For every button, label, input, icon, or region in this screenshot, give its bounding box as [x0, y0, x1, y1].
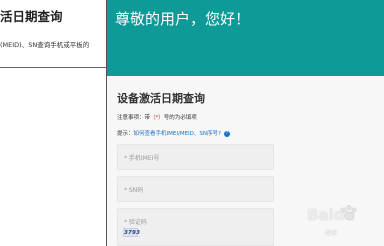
- left-panel: 活日期查询 (MEID)、SN查询手机或平板的: [0, 0, 106, 76]
- greeting-text: 尊敬的用户，您好！: [115, 10, 251, 28]
- imei-input[interactable]: [118, 146, 273, 171]
- left-page-title: 活日期查询: [0, 9, 63, 24]
- left-divider: [0, 67, 106, 68]
- note-prefix: 注意事项：带: [117, 115, 151, 121]
- required-star: （*）: [150, 115, 164, 121]
- captcha-image[interactable]: 3793: [123, 228, 140, 237]
- paw-icon: [341, 205, 357, 221]
- captcha-field: [117, 208, 274, 246]
- baidu-watermark: Baidu 经验: [303, 200, 381, 240]
- sn-field: [117, 176, 274, 203]
- sn-input[interactable]: [118, 178, 273, 203]
- captcha-input[interactable]: [118, 210, 273, 235]
- greeting-banner: 尊敬的用户，您好！: [107, 0, 384, 76]
- required-note: 注意事项：带（*）号的为必填项: [117, 113, 197, 121]
- tip-help-link[interactable]: 如何查看手机IMEI/MEID、SN序号?: [134, 131, 221, 137]
- note-suffix: 号的为必填项: [163, 115, 197, 121]
- watermark-sub-text: 经验: [325, 230, 338, 237]
- tip-label: 提示：: [117, 131, 134, 137]
- help-icon[interactable]: ?: [223, 130, 230, 137]
- left-description: (MEID)、SN查询手机或平板的: [0, 41, 90, 49]
- form-title: 设备激活日期查询: [117, 92, 205, 105]
- tip-line: 提示：如何查看手机IMEI/MEID、SN序号??: [117, 129, 230, 137]
- imei-field: [117, 144, 274, 171]
